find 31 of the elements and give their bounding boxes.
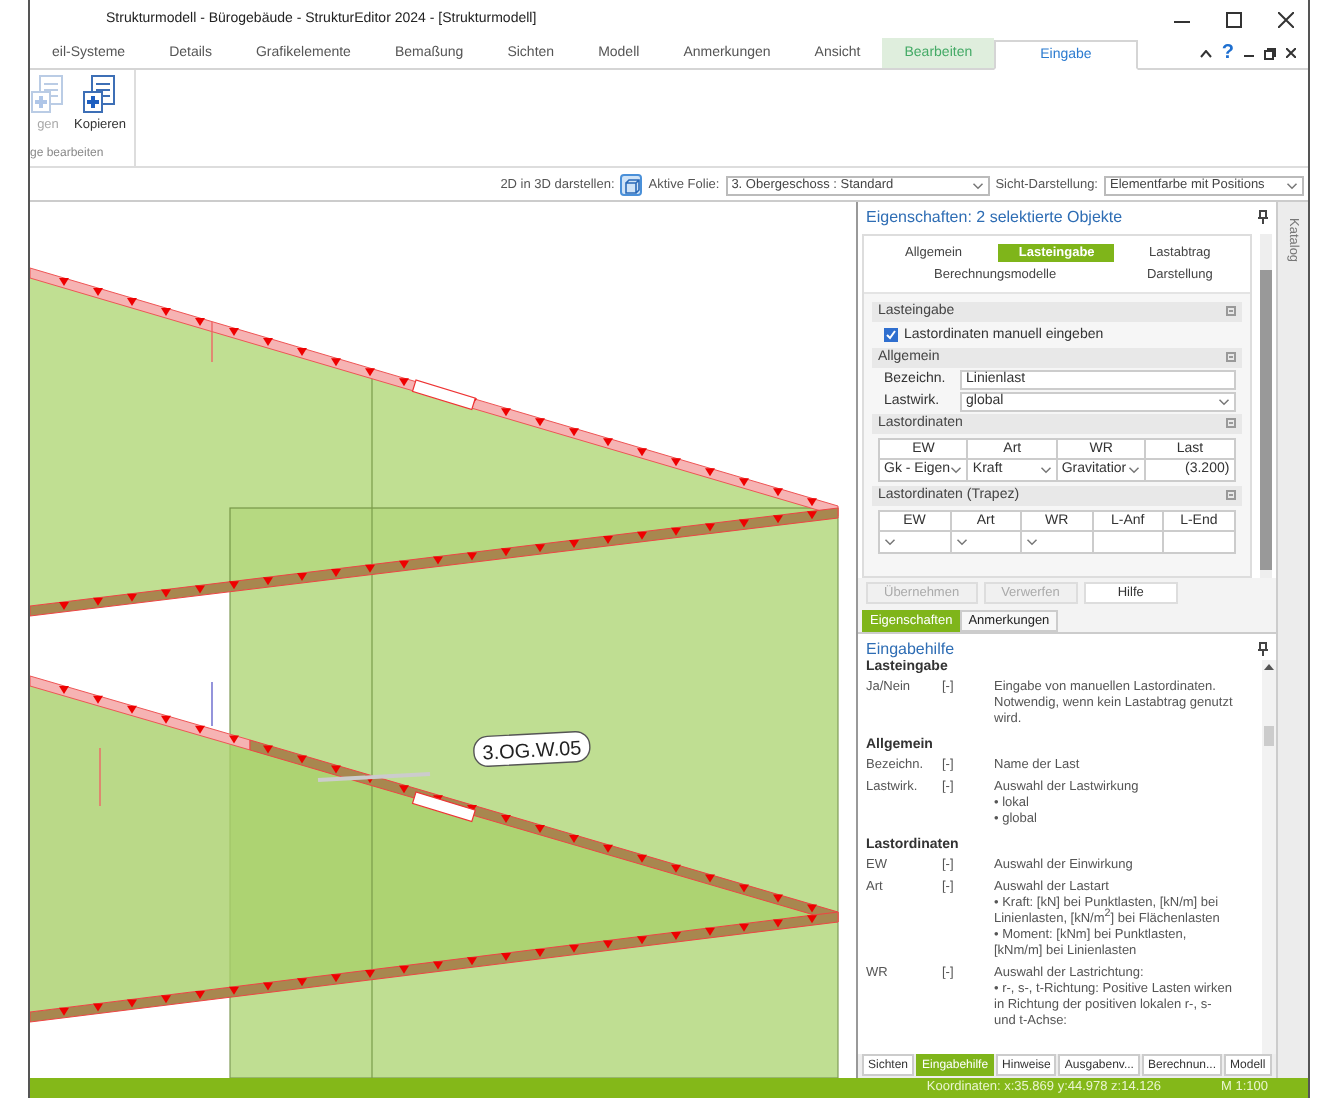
caret-icon [955,537,968,545]
caret-icon [1128,465,1141,473]
caret-icon [1217,397,1230,405]
caret-icon [971,181,984,190]
wall-label: 3.OG.W.05 [472,729,592,767]
caret-icon [1026,537,1039,545]
checkbox[interactable] [884,327,898,341]
restore-icon[interactable] [1264,47,1276,60]
scroll-up-icon[interactable] [1263,663,1274,669]
table-cell[interactable] [1093,531,1163,551]
copy-document-icon [30,74,66,115]
help-button[interactable]: ? [1221,42,1234,65]
table-cell[interactable] [1022,531,1092,551]
collapse-ribbon-icon[interactable] [1199,49,1212,58]
help-title: Eingabehilfe [866,639,955,657]
table-cell[interactable] [880,531,950,551]
close-icon [1278,11,1294,28]
table-cell[interactable] [951,531,1021,551]
view-3d-toggle[interactable] [620,174,643,197]
caret-icon [1039,465,1052,473]
maximize-icon [1226,11,1242,28]
pin-icon[interactable] [1257,210,1268,224]
caret-icon [950,465,963,473]
panel-title: Eigenschaften: 2 selektierte Objekte [866,208,1123,226]
caret-icon [1286,181,1298,190]
close-icon[interactable] [1286,48,1296,59]
pin-icon[interactable] [1257,641,1268,655]
caret-icon [884,537,896,545]
cube-icon [623,177,640,194]
copy-document-icon [82,74,119,115]
table-cell[interactable] [1164,531,1234,551]
